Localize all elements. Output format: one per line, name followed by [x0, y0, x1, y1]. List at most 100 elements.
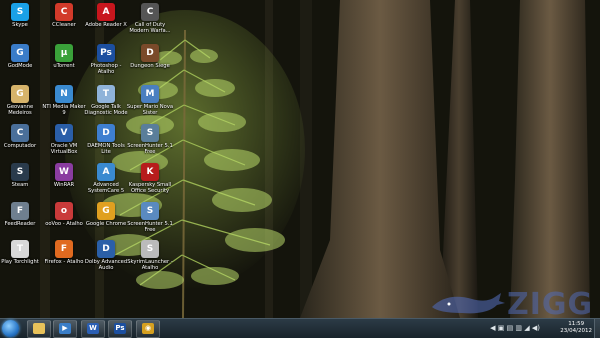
desktop-icon-glyph-icon: S [11, 3, 29, 21]
desktop-icon-label: Google Talk Diagnostic Mode [84, 104, 128, 117]
desktop-icon-label: GodMode [7, 63, 33, 69]
desktop-icon-glyph-icon: F [55, 240, 73, 258]
desktop-icon-label: ScreenHunter 5.1 Free [127, 143, 173, 156]
taskbar: ▶ W Ps ◉ ◀ ▣ ▤ ▥ ◢ ◀) 11:59 23/04/2012 [0, 318, 600, 338]
show-desktop-button[interactable] [594, 319, 600, 338]
clock-date: 23/04/2012 [560, 328, 592, 334]
desktop-icon-glyph-icon: T [11, 240, 29, 258]
desktop-icon[interactable]: D Dolby Advanced Audio [82, 240, 130, 272]
explorer-icon [33, 323, 45, 334]
taskbar-word-button[interactable]: W [81, 320, 105, 338]
desktop-icon-glyph-icon: F [11, 202, 29, 220]
clock[interactable]: 11:59 23/04/2012 [560, 321, 592, 335]
chrome-icon: ◉ [142, 323, 154, 334]
desktop-icon-label: uTorrent [53, 63, 75, 69]
desktop-icon[interactable]: Ps Photoshop - Atalho [82, 44, 130, 76]
desktop-icon[interactable]: C CCleaner [40, 3, 88, 28]
desktop: S Skype C CCleaner A Adobe Reader X C Call of D… [0, 0, 600, 318]
desktop-icon[interactable]: S ScreenHunter 5.1 Free [126, 124, 174, 156]
desktop-icon-glyph-icon: V [55, 124, 73, 142]
desktop-icon[interactable]: S Steam [0, 163, 44, 188]
desktop-icon-glyph-icon: D [97, 124, 115, 142]
desktop-icon[interactable]: M Super Mario Nova Sister [126, 85, 174, 117]
desktop-icon-label: Oracle VM VirtualBox [50, 143, 78, 156]
desktop-icon[interactable]: D DAEMON Tools Lite [82, 124, 130, 156]
desktop-icon-label: Photoshop - Atalho [90, 63, 122, 76]
desktop-icon-glyph-icon: C [141, 3, 159, 21]
desktop-icon[interactable]: µ uTorrent [40, 44, 88, 69]
desktop-icon[interactable]: N NTI Media Maker 9 [40, 85, 88, 117]
whale-logo-icon [432, 293, 505, 314]
media-player-icon: ▶ [59, 323, 71, 334]
desktop-icon-label: Computador [3, 143, 37, 149]
desktop-icon-glyph-icon: K [141, 163, 159, 181]
desktop-icon-label: Dolby Advanced Audio [84, 259, 128, 272]
watermark: ZIGG [427, 287, 597, 318]
desktop-icon-glyph-icon: A [97, 3, 115, 21]
desktop-icon-label: CCleaner [52, 22, 76, 28]
desktop-icon-label: Dungeon Siege [130, 63, 170, 69]
desktop-icon-label: Adobe Reader X [85, 22, 127, 28]
desktop-icon-glyph-icon: o [55, 202, 73, 220]
taskbar-chrome-button[interactable]: ◉ [136, 320, 160, 338]
photoshop-icon: Ps [114, 323, 126, 334]
tray-icons[interactable]: ◀ ▣ ▤ ▥ ◢ ◀) [490, 324, 540, 332]
desktop-icon[interactable]: A Advanced SystemCare 5 [82, 163, 130, 195]
desktop-icon[interactable]: G GodMode [0, 44, 44, 69]
desktop-icon-label: Advanced SystemCare 5 [87, 182, 125, 195]
desktop-icon-glyph-icon: G [11, 85, 29, 103]
desktop-icon[interactable]: T Play Torchlight [0, 240, 44, 265]
desktop-icon-label: Google Chrome [85, 221, 127, 227]
desktop-icon[interactable]: F FeedReader [0, 202, 44, 227]
desktop-icon-label: ooVoo - Atalho [45, 221, 83, 227]
desktop-icon-label: DAEMON Tools Lite [87, 143, 125, 156]
desktop-icon[interactable]: K Kaspersky Small Office Security [126, 163, 174, 195]
taskbar-media-player-button[interactable]: ▶ [53, 320, 77, 338]
start-button[interactable] [2, 320, 19, 337]
desktop-icon-glyph-icon: G [11, 44, 29, 62]
desktop-icon-label: Firefox - Atalho [44, 259, 84, 265]
desktop-icon[interactable]: S SkyrimLauncher - Atalho [126, 240, 174, 272]
desktop-icon-glyph-icon: M [141, 85, 159, 103]
desktop-icon-label: Super Mario Nova Sister [126, 104, 174, 117]
desktop-icon-label: Geovanne Medeiros [6, 104, 34, 117]
desktop-icon-glyph-icon: T [97, 85, 115, 103]
desktop-icon[interactable]: C Call of Duty Modern Warfa... [126, 3, 174, 35]
desktop-icon-glyph-icon: D [97, 240, 115, 258]
desktop-icon-glyph-icon: D [141, 44, 159, 62]
desktop-icon-label: SkyrimLauncher - Atalho [127, 259, 173, 272]
desktop-icon-glyph-icon: C [11, 124, 29, 142]
desktop-icon[interactable]: o ooVoo - Atalho [40, 202, 88, 227]
desktop-icon-glyph-icon: S [141, 240, 159, 258]
desktop-icon[interactable]: D Dungeon Siege [126, 44, 174, 69]
desktop-icon[interactable]: T Google Talk Diagnostic Mode [82, 85, 130, 117]
desktop-icon-glyph-icon: W [55, 163, 73, 181]
desktop-icon[interactable]: C Computador [0, 124, 44, 149]
watermark-text: ZIGG [507, 287, 594, 318]
desktop-icon-label: NTI Media Maker 9 [42, 104, 86, 117]
desktop-icon[interactable]: A Adobe Reader X [82, 3, 130, 28]
desktop-icon[interactable]: V Oracle VM VirtualBox [40, 124, 88, 156]
desktop-icon-glyph-icon: C [55, 3, 73, 21]
desktop-icon[interactable]: F Firefox - Atalho [40, 240, 88, 265]
desktop-icon-glyph-icon: A [97, 163, 115, 181]
desktop-icon[interactable]: G Geovanne Medeiros [0, 85, 44, 117]
desktop-icon-glyph-icon: N [55, 85, 73, 103]
desktop-icon[interactable]: S ScreenHunter 5.1 Free [126, 202, 174, 234]
desktop-icon-glyph-icon: S [141, 202, 159, 220]
desktop-icon-glyph-icon: Ps [97, 44, 115, 62]
desktop-icon-label: FeedReader [4, 221, 36, 227]
desktop-icon-label: Call of Duty Modern Warfa... [129, 22, 171, 35]
desktop-icon-glyph-icon: S [11, 163, 29, 181]
desktop-icon[interactable]: S Skype [0, 3, 44, 28]
taskbar-photoshop-button[interactable]: Ps [108, 320, 132, 338]
desktop-icon[interactable]: W WinRAR [40, 163, 88, 188]
desktop-icon-label: Kaspersky Small Office Security [128, 182, 172, 195]
desktop-icon-glyph-icon: S [141, 124, 159, 142]
desktop-icon-glyph-icon: G [97, 202, 115, 220]
desktop-icon[interactable]: G Google Chrome [82, 202, 130, 227]
desktop-icon-label: WinRAR [53, 182, 75, 188]
desktop-icon-label: ScreenHunter 5.1 Free [127, 221, 173, 234]
taskbar-explorer-button[interactable] [27, 320, 51, 338]
word-icon: W [87, 323, 99, 334]
